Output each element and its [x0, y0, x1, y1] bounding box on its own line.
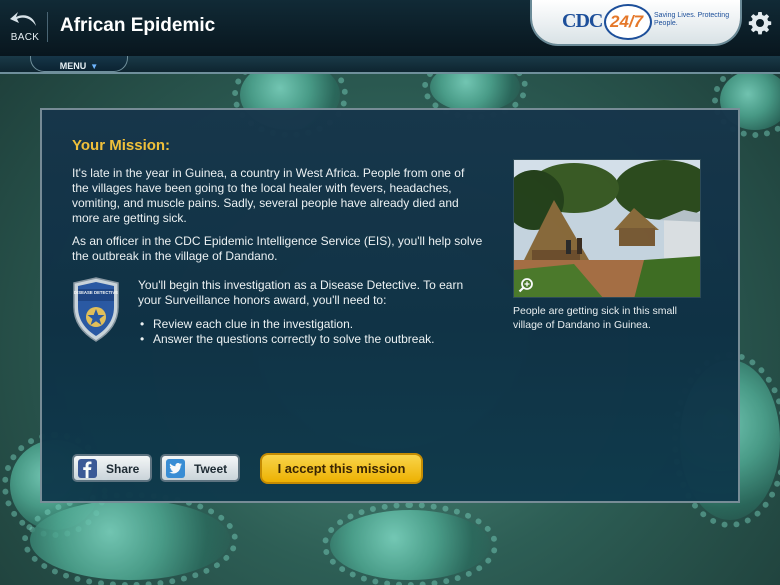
back-arrow-icon: [10, 12, 36, 26]
page-title: African Epidemic: [60, 15, 216, 36]
list-item: Answer the questions correctly to solve …: [138, 332, 434, 347]
app-header: BACK African Epidemic CDC 24/7 Saving Li…: [0, 0, 780, 56]
village-photo-image: [514, 160, 700, 297]
tweet-label: Tweet: [194, 462, 228, 476]
facebook-icon: [78, 459, 97, 478]
back-button[interactable]: BACK: [6, 8, 44, 48]
menu-button[interactable]: MENU ▼: [30, 56, 128, 72]
shield-badge-icon: DISEASE DETECTIVE: [73, 277, 119, 342]
back-label: BACK: [10, 32, 40, 43]
twitter-tweet-button[interactable]: Tweet: [160, 454, 240, 482]
cdc-logo-tagline: Saving Lives. Protecting People.: [654, 12, 730, 27]
mission-task-list: Review each clue in the investigation. A…: [138, 317, 434, 347]
mission-title: Your Mission:: [72, 137, 171, 154]
clock-icon: 24/7: [604, 4, 652, 40]
list-item: Review each clue in the investigation.: [138, 317, 434, 332]
zoom-icon[interactable]: [518, 277, 534, 293]
menu-label: MENU: [59, 61, 87, 71]
caret-down-icon: ▼: [90, 62, 99, 71]
cdc-logo: CDC 24/7 Saving Lives. Protecting People…: [532, 0, 740, 44]
badge-text: DISEASE DETECTIVE: [74, 290, 118, 295]
twitter-icon: [166, 459, 185, 478]
gear-icon[interactable]: [748, 11, 772, 35]
cdc-logo-hours: 24/7: [610, 12, 644, 31]
mission-paragraph-intro: It's late in the year in Guinea, a count…: [72, 166, 465, 225]
mission-paragraph-task: You'll begin this investigation as a Dis…: [138, 278, 464, 307]
mission-paragraph-role: As an officer in the CDC Epidemic Intell…: [72, 234, 483, 263]
village-photo[interactable]: [513, 159, 701, 298]
mission-panel: Your Mission: It's late in the year in G…: [40, 108, 740, 503]
virus-background-shape: [322, 502, 498, 585]
share-label: Share: [106, 462, 140, 476]
facebook-share-button[interactable]: Share: [72, 454, 152, 482]
header-divider: [47, 12, 48, 42]
virus-background-shape: [22, 492, 238, 585]
cdc-logo-text: CDC: [562, 10, 603, 32]
accept-mission-button[interactable]: I accept this mission: [260, 453, 423, 484]
photo-caption: People are getting sick in this small vi…: [513, 305, 677, 331]
